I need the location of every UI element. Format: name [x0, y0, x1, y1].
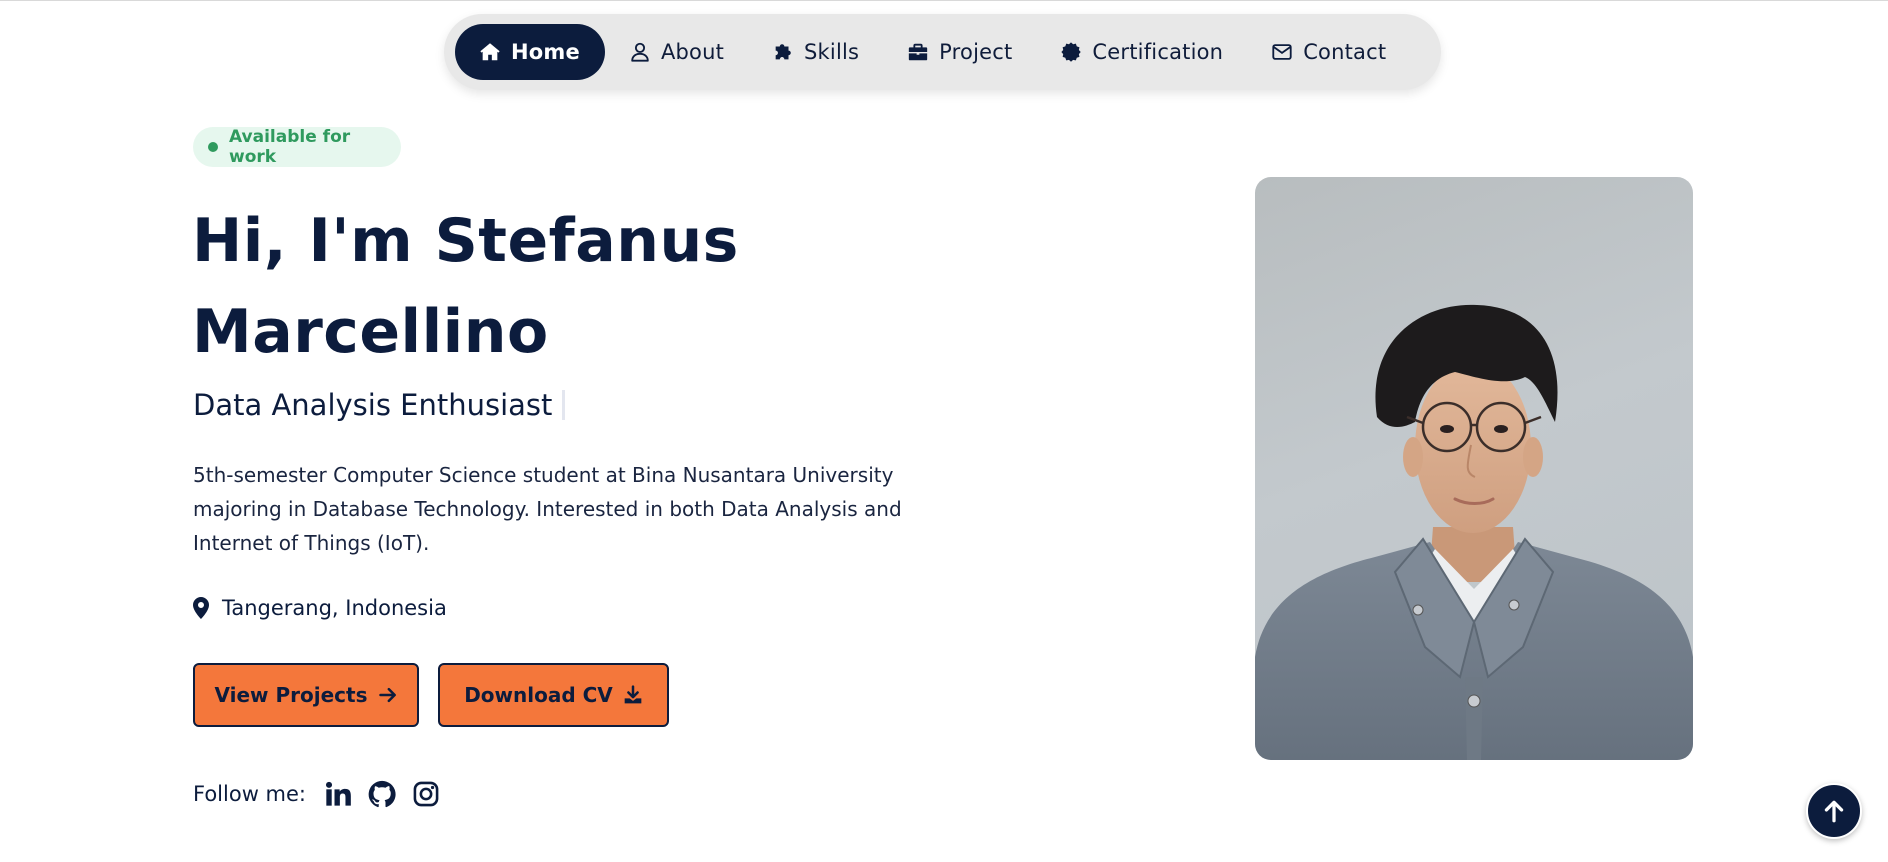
- nav-item-home[interactable]: Home: [455, 24, 605, 80]
- home-icon: [480, 43, 500, 61]
- nav-label-skills: Skills: [804, 40, 860, 64]
- briefcase-icon: [909, 43, 928, 61]
- availability-badge: Available for work: [193, 127, 401, 167]
- location: Tangerang, Indonesia: [193, 596, 447, 620]
- hero-title: Hi, I'm Stefanus Marcellino: [192, 196, 739, 378]
- envelope-icon: [1272, 44, 1292, 60]
- portrait-illustration: [1255, 304, 1693, 760]
- role-text: Data Analysis Enthusiast: [193, 388, 553, 422]
- nav-label-project: Project: [939, 40, 1013, 64]
- puzzle-icon: [775, 44, 791, 60]
- nav-label-about: About: [660, 40, 725, 64]
- profile-photo: [1255, 177, 1693, 760]
- instagram-icon: [413, 781, 439, 807]
- nav-label-home: Home: [511, 40, 580, 64]
- social-links: Follow me:: [193, 780, 440, 808]
- hero-role: Data Analysis Enthusiast: [193, 388, 566, 422]
- instagram-link[interactable]: [412, 780, 440, 808]
- main-nav: Home About Skills Project Certification …: [444, 14, 1441, 90]
- certificate-icon: [1061, 42, 1082, 62]
- availability-text: Available for work: [229, 127, 351, 167]
- hero-title-line-1: Hi, I'm Stefanus: [192, 206, 739, 276]
- map-pin-icon: [193, 597, 209, 619]
- github-icon: [368, 780, 396, 808]
- download-icon: [624, 685, 642, 704]
- arrow-up-icon: [1824, 800, 1844, 823]
- nav-item-skills[interactable]: Skills: [748, 24, 883, 80]
- linkedin-icon: [325, 781, 351, 806]
- github-link[interactable]: [368, 780, 396, 808]
- download-cv-button[interactable]: Download CV: [438, 663, 669, 727]
- top-border: [0, 0, 1888, 1]
- follow-label: Follow me:: [193, 782, 306, 806]
- view-projects-label: View Projects: [214, 683, 368, 707]
- back-to-top-button[interactable]: [1806, 783, 1862, 839]
- arrow-right-icon: [378, 687, 396, 703]
- hero-title-line-2: Marcellino: [192, 297, 549, 367]
- hero-bio: 5th-semester Computer Science student at…: [193, 463, 902, 555]
- nav-item-contact[interactable]: Contact: [1247, 24, 1410, 80]
- download-cv-label: Download CV: [464, 683, 613, 707]
- nav-label-certification: Certification: [1092, 40, 1224, 64]
- location-text: Tangerang, Indonesia: [222, 596, 447, 620]
- typing-caret: [562, 390, 566, 420]
- nav-item-certification[interactable]: Certification: [1036, 24, 1247, 80]
- nav-item-about[interactable]: About: [605, 24, 748, 80]
- status-dot: [208, 142, 218, 152]
- linkedin-link[interactable]: [324, 780, 352, 808]
- view-projects-button[interactable]: View Projects: [193, 663, 419, 727]
- nav-label-contact: Contact: [1303, 40, 1387, 64]
- nav-item-project[interactable]: Project: [883, 24, 1036, 80]
- user-icon: [631, 42, 649, 62]
